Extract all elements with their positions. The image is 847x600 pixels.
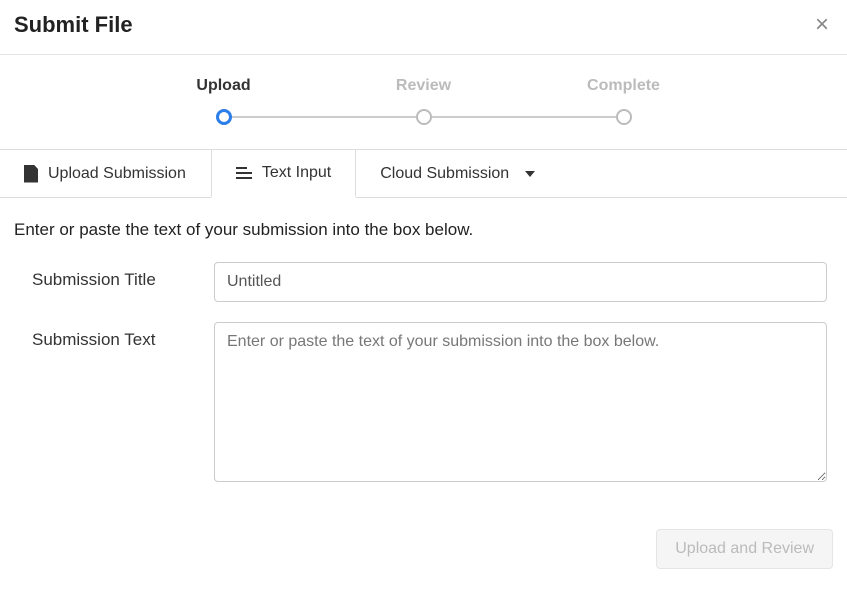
- tab-upload-submission[interactable]: Upload Submission: [0, 150, 211, 197]
- close-icon[interactable]: ×: [811, 13, 833, 37]
- tab-cloud-submission[interactable]: Cloud Submission: [356, 150, 560, 197]
- step-connector: [424, 116, 624, 118]
- step-connector: [224, 116, 424, 118]
- file-icon: [24, 165, 38, 183]
- step-dot-icon: [416, 109, 432, 125]
- modal-footer: Upload and Review: [0, 517, 847, 581]
- submission-text-input[interactable]: [214, 322, 827, 482]
- step-dot-icon: [616, 109, 632, 125]
- tab-text-input[interactable]: Text Input: [211, 150, 356, 198]
- modal-title: Submit File: [14, 12, 133, 38]
- tab-bar: Upload Submission Text Input Cloud Submi…: [0, 149, 847, 198]
- step-label: Upload: [196, 77, 250, 95]
- form-row-title: Submission Title: [14, 262, 833, 302]
- progress-stepper: Upload Review Complete: [0, 55, 847, 139]
- submission-title-label: Submission Title: [14, 262, 214, 290]
- submission-title-input[interactable]: [214, 262, 827, 302]
- submission-text-label: Submission Text: [14, 322, 214, 350]
- text-lines-icon: [236, 167, 252, 179]
- tab-label: Upload Submission: [48, 165, 186, 183]
- step-label: Review: [396, 77, 451, 95]
- instruction-text: Enter or paste the text of your submissi…: [14, 220, 833, 240]
- chevron-down-icon: [525, 171, 535, 177]
- modal-header: Submit File ×: [0, 0, 847, 55]
- step-dot-icon: [216, 109, 232, 125]
- step-label: Complete: [587, 77, 660, 95]
- form-content: Enter or paste the text of your submissi…: [0, 198, 847, 517]
- tab-label: Text Input: [262, 164, 331, 182]
- tab-label: Cloud Submission: [380, 165, 509, 183]
- upload-and-review-button[interactable]: Upload and Review: [656, 529, 833, 569]
- form-row-text: Submission Text: [14, 322, 833, 487]
